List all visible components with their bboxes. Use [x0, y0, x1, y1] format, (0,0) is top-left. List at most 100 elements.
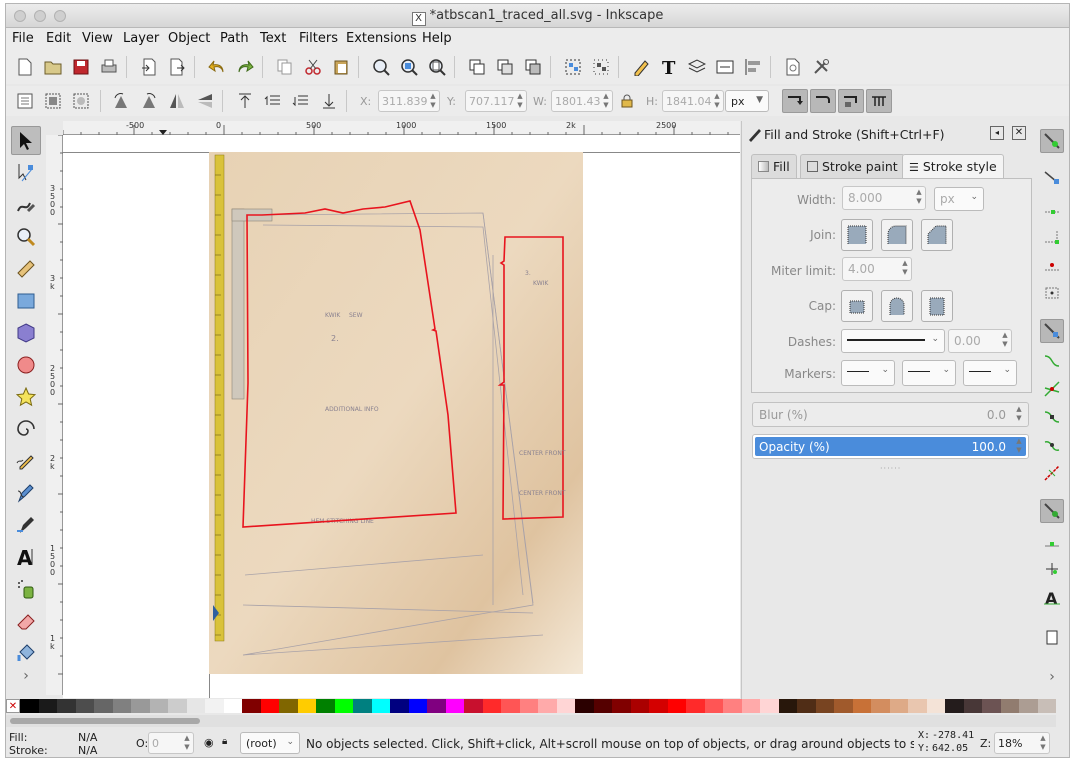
- palette-swatch[interactable]: [334, 699, 353, 713]
- palette-swatch[interactable]: [57, 699, 76, 713]
- palette-swatch[interactable]: [741, 699, 760, 713]
- paste-icon[interactable]: [330, 56, 352, 78]
- transform-patterns-toggle[interactable]: [866, 89, 892, 113]
- snap-page-border-icon[interactable]: [1040, 625, 1064, 649]
- unlink-clone-icon[interactable]: [522, 56, 544, 78]
- palette-swatch[interactable]: [464, 699, 483, 713]
- horizontal-scrollbar[interactable]: [6, 715, 1056, 727]
- snap-object-centers-icon[interactable]: [1040, 529, 1064, 553]
- save-icon[interactable]: [70, 56, 92, 78]
- dash-offset-input[interactable]: 0.00 ▲ ▼: [948, 329, 1012, 353]
- dialog-resize-grip[interactable]: ······: [880, 464, 901, 473]
- menu-layer[interactable]: Layer: [123, 31, 159, 46]
- snap-bbox-icon[interactable]: [1040, 165, 1064, 189]
- snap-bbox-midpoint-icon[interactable]: [1040, 253, 1064, 277]
- snap-bbox-edge-icon[interactable]: [1040, 195, 1064, 219]
- palette-swatch[interactable]: [205, 699, 224, 713]
- rectangle-tool-icon[interactable]: [11, 286, 41, 315]
- print-icon[interactable]: [98, 56, 120, 78]
- palette-swatch[interactable]: [482, 699, 501, 713]
- palette-swatch[interactable]: [1019, 699, 1038, 713]
- palette-swatch[interactable]: [908, 699, 927, 713]
- y-spin-arrows[interactable]: ▲ ▼: [515, 92, 525, 110]
- scale-corners-toggle[interactable]: [810, 89, 836, 113]
- stroke-width-input[interactable]: 8.000 ▲ ▼: [842, 186, 926, 210]
- palette-swatch[interactable]: [963, 699, 982, 713]
- tweak-tool-icon[interactable]: [11, 190, 41, 219]
- snap-rotation-centers-icon[interactable]: [1040, 557, 1064, 581]
- palette-swatch[interactable]: [242, 699, 261, 713]
- scrollbar-thumb[interactable]: [10, 718, 200, 724]
- palette-swatch[interactable]: [427, 699, 446, 713]
- palette-swatch[interactable]: [390, 699, 409, 713]
- snap-paths-icon[interactable]: [1040, 349, 1064, 373]
- snap-intersections-icon[interactable]: [1040, 377, 1064, 401]
- duplicate-icon[interactable]: [466, 56, 488, 78]
- rotate-ccw-icon[interactable]: [110, 90, 132, 112]
- undo-icon[interactable]: [206, 56, 228, 78]
- xml-editor-icon[interactable]: [630, 56, 652, 78]
- cap-round-button[interactable]: [881, 290, 913, 322]
- palette-swatch[interactable]: [593, 699, 612, 713]
- close-icon[interactable]: ✕: [1012, 126, 1026, 140]
- palette-swatch[interactable]: [926, 699, 945, 713]
- snap-bbox-corner-icon[interactable]: [1040, 225, 1064, 249]
- zoom-spin[interactable]: ▲ ▼: [1038, 734, 1048, 752]
- palette-swatch[interactable]: [575, 699, 594, 713]
- palette-swatch[interactable]: [20, 699, 39, 713]
- palette-swatch[interactable]: [556, 699, 575, 713]
- layer-select[interactable]: (root) ⌄: [240, 732, 300, 754]
- miter-limit-spin[interactable]: ▲ ▼: [900, 259, 910, 277]
- palette-swatch[interactable]: [94, 699, 113, 713]
- zoom-input[interactable]: 18% ▲ ▼: [994, 732, 1050, 754]
- palette-swatch[interactable]: [612, 699, 631, 713]
- scale-stroke-toggle[interactable]: [782, 89, 808, 113]
- menu-path[interactable]: Path: [220, 31, 249, 46]
- export-icon[interactable]: [166, 56, 188, 78]
- palette-swatch[interactable]: [889, 699, 908, 713]
- palette-swatch[interactable]: [168, 699, 187, 713]
- miter-limit-input[interactable]: 4.00 ▲ ▼: [842, 257, 912, 281]
- palette-swatch[interactable]: [630, 699, 649, 713]
- select-all-layers-icon[interactable]: [42, 90, 64, 112]
- join-round-button[interactable]: [881, 219, 913, 251]
- palette-swatch[interactable]: [538, 699, 557, 713]
- redo-icon[interactable]: [234, 56, 256, 78]
- cap-square-button[interactable]: [921, 290, 953, 322]
- palette-swatch[interactable]: [852, 699, 871, 713]
- drawing-canvas[interactable]: KWIK SEW 2. ADDITIONAL INFO HEM STITCHING…: [63, 135, 740, 698]
- zoom-tool-icon[interactable]: [11, 222, 41, 251]
- palette-swatch[interactable]: [649, 699, 668, 713]
- palette-swatch[interactable]: [297, 699, 316, 713]
- x-input[interactable]: 311.839 ▲ ▼: [378, 90, 440, 112]
- palette-swatch[interactable]: [1037, 699, 1056, 713]
- palette-swatch[interactable]: [353, 699, 372, 713]
- palette-swatch[interactable]: [686, 699, 705, 713]
- 3d-box-tool-icon[interactable]: [11, 318, 41, 347]
- snap-bbox-center-icon[interactable]: [1040, 281, 1064, 305]
- document-properties-icon[interactable]: [782, 56, 804, 78]
- palette-swatch[interactable]: [260, 699, 279, 713]
- menu-extensions[interactable]: Extensions: [346, 31, 417, 46]
- width-spin-arrows[interactable]: ▲ ▼: [601, 92, 611, 110]
- width-input[interactable]: 1801.43 ▲ ▼: [551, 90, 613, 112]
- palette-swatch[interactable]: [871, 699, 890, 713]
- palette-swatch[interactable]: [38, 699, 57, 713]
- palette-swatch[interactable]: [945, 699, 964, 713]
- opacity-spin[interactable]: ▲ ▼: [1012, 437, 1026, 455]
- flip-horizontal-icon[interactable]: [166, 90, 188, 112]
- snap-cusp-nodes-icon[interactable]: [1040, 405, 1064, 429]
- palette-swatch[interactable]: [982, 699, 1001, 713]
- blur-slider[interactable]: Blur (%) 0.0 ▲ ▼: [752, 402, 1029, 427]
- zoom-selection-icon[interactable]: [370, 56, 392, 78]
- lock-icon[interactable]: 🔒︎: [222, 736, 227, 747]
- palette-swatch[interactable]: [445, 699, 464, 713]
- measure-tool-icon[interactable]: [11, 254, 41, 283]
- raise-to-top-icon[interactable]: [234, 90, 256, 112]
- palette-swatch[interactable]: [371, 699, 390, 713]
- open-folder-icon[interactable]: [42, 56, 64, 78]
- object-properties-icon[interactable]: [714, 56, 736, 78]
- palette-swatch[interactable]: [223, 699, 242, 713]
- zoom-page-icon[interactable]: [426, 56, 448, 78]
- join-miter-button[interactable]: [841, 219, 873, 251]
